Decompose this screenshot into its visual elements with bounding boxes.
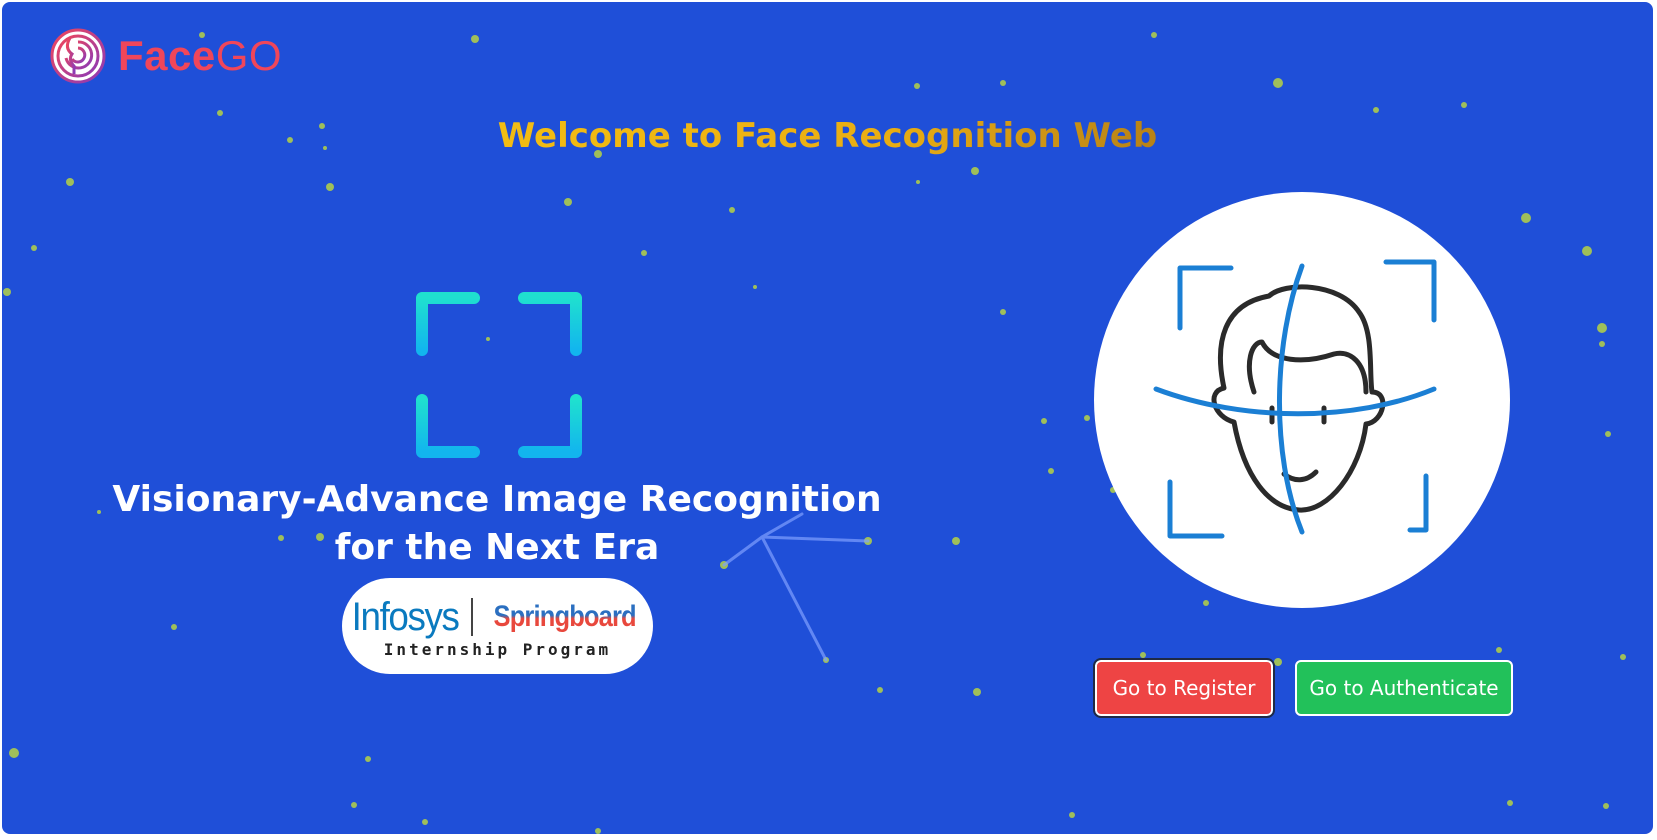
hero-headline-line1: Visionary-Advance Image Recognition [112, 479, 882, 520]
partner-divider [470, 598, 473, 636]
welcome-heading-text: Welcome to Face Recognition Web [497, 116, 1158, 156]
brand-name-light: GO [215, 32, 283, 79]
partner-brand-right: Springboard [493, 600, 636, 633]
partner-brand-left: Infosys [351, 594, 459, 639]
brand-name-bold: Face [118, 32, 216, 79]
hero-headline: Visionary-Advance Image Recognition for … [102, 476, 892, 572]
register-button[interactable]: Go to Register [1093, 658, 1275, 718]
welcome-heading: Welcome to Face Recognition Web [2, 116, 1653, 156]
illustration-circle [1094, 192, 1510, 608]
scan-frame-icon [416, 292, 582, 458]
face-maze-icon [50, 28, 106, 84]
brand-logo[interactable]: FaceGO [50, 28, 282, 84]
brand-name: FaceGO [118, 35, 282, 77]
face-recognition-icon [1153, 259, 1437, 539]
partner-badge: Infosys Springboard Internship Program [342, 578, 653, 674]
app-background: FaceGO Welcome to Face Recognition Web V… [2, 2, 1653, 834]
hero-headline-line2: for the Next Era [334, 527, 660, 568]
partner-logo: Infosys Springboard [342, 594, 653, 640]
partner-subtitle: Internship Program [383, 640, 612, 659]
authenticate-button[interactable]: Go to Authenticate [1295, 660, 1513, 716]
